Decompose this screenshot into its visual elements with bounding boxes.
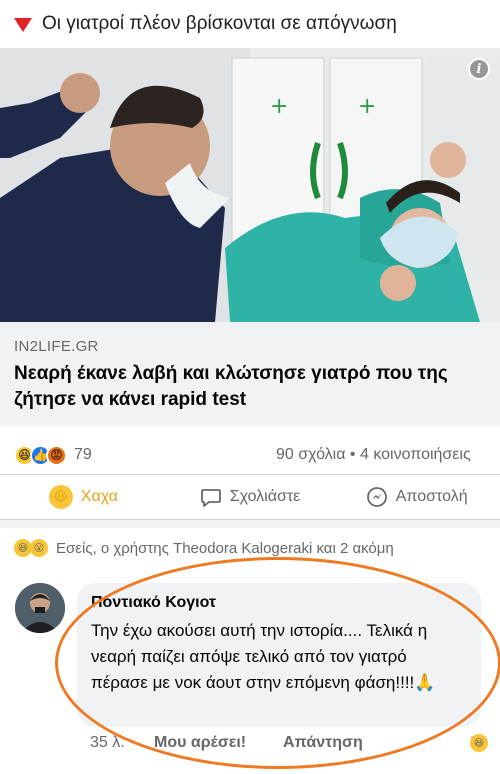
red-triangle-icon bbox=[14, 18, 32, 32]
send-label: Αποστολή bbox=[395, 488, 468, 505]
wow-emoji-icon: 😮 bbox=[30, 539, 48, 557]
link-domain: IN2LIFE.GR bbox=[14, 338, 99, 355]
svg-text:+: + bbox=[358, 94, 376, 119]
post-actions: 😆 Χαχα Σχολιάστε Αποστολή bbox=[0, 474, 500, 520]
haha-emoji-icon: 😆 bbox=[470, 734, 488, 752]
comments-shares-count[interactable]: 90 σχόλια • 4 κοινοποιήσεις bbox=[276, 446, 471, 464]
info-icon[interactable]: i bbox=[468, 58, 490, 80]
section-divider bbox=[0, 520, 500, 528]
post-stats: 😆 👍 😡 79 90 σχόλια • 4 κοινοποιήσεις bbox=[0, 440, 500, 470]
comment-author[interactable]: Ποντιακό Κογιοτ bbox=[91, 594, 467, 612]
reactions-count[interactable]: 79 bbox=[74, 446, 92, 464]
messenger-icon bbox=[366, 487, 387, 507]
haha-emoji-icon: 😆 bbox=[48, 485, 73, 509]
comment-button[interactable]: Σχολιάστε bbox=[167, 486, 334, 508]
link-preview-image[interactable]: + + i bbox=[0, 48, 500, 322]
comment-like-button[interactable]: Μου αρέσει! bbox=[154, 734, 246, 752]
send-button[interactable]: Αποστολή bbox=[333, 486, 500, 508]
comment-bubble[interactable]: Ποντιακό Κογιοτ Την έχω ακούσει αυτή την… bbox=[77, 583, 481, 727]
comment-reply-button[interactable]: Απάντηση bbox=[283, 734, 363, 752]
svg-text:+: + bbox=[270, 94, 288, 119]
comment-icon bbox=[200, 489, 221, 507]
angry-emoji-icon: 😡 bbox=[46, 444, 67, 466]
post-header: Οι γιατροί πλέον βρίσκονται σε απόγνωση bbox=[0, 0, 500, 48]
post-header-text: Οι γιατροί πλέον βρίσκονται σε απόγνωση bbox=[42, 13, 397, 34]
comment-label: Σχολιάστε bbox=[229, 488, 301, 505]
reacted-by-summary[interactable]: 😆 😮 Εσείς, ο χρήστης Theodora Kalogeraki… bbox=[14, 539, 394, 557]
reaction-summary[interactable]: 😆 👍 😡 bbox=[14, 444, 67, 466]
link-preview-caption[interactable]: IN2LIFE.GR Νεαρή έκανε λαβή και κλώτσησε… bbox=[0, 322, 500, 426]
preview-photo: + + bbox=[0, 48, 500, 322]
avatar-photo bbox=[15, 583, 65, 633]
reacted-by-text: Εσείς, ο χρήστης Theodora Kalogeraki και… bbox=[56, 539, 394, 557]
comment-time: 35 λ. bbox=[90, 734, 125, 751]
react-label: Χαχα bbox=[80, 488, 118, 505]
comment-meta: 35 λ. Μου αρέσει! Απάντηση 2 😆 bbox=[90, 734, 490, 756]
comment-text: Την έχω ακούσει αυτή την ιστορία.... Τελ… bbox=[91, 621, 436, 692]
haha-react-button[interactable]: 😆 Χαχα bbox=[0, 485, 167, 509]
link-title[interactable]: Νεαρή έκανε λαβή και κλώτσησε γιατρό που… bbox=[14, 361, 486, 413]
commenter-avatar[interactable] bbox=[15, 583, 65, 633]
